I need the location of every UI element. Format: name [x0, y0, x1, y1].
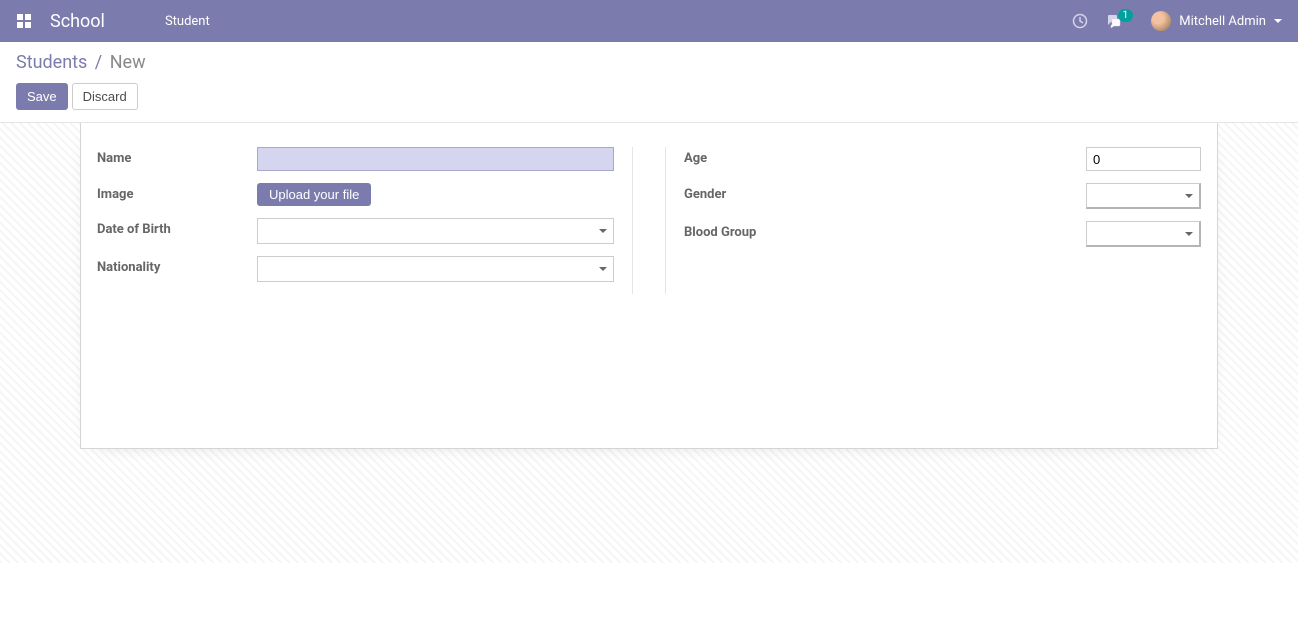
username: Mitchell Admin — [1179, 14, 1266, 29]
upload-button[interactable]: Upload your file — [257, 183, 371, 206]
avatar — [1151, 11, 1171, 31]
form-column-left: Name Image Upload your file Date of Birt… — [97, 147, 633, 294]
chevron-down-icon — [1274, 19, 1282, 23]
gender-select[interactable] — [1086, 183, 1201, 209]
user-menu[interactable]: Mitchell Admin — [1151, 11, 1282, 31]
navbar: School Student 1 Mitchell Admin — [0, 0, 1298, 42]
dob-input[interactable] — [257, 218, 614, 244]
apps-icon[interactable] — [16, 13, 32, 29]
form-column-right: Age Gender Blood Group — [665, 147, 1201, 294]
save-button[interactable]: Save — [16, 83, 68, 110]
age-label: Age — [684, 147, 844, 166]
brand-title[interactable]: School — [50, 11, 105, 32]
activities-icon[interactable] — [1072, 13, 1088, 29]
gender-label: Gender — [684, 183, 844, 202]
age-input[interactable] — [1086, 147, 1201, 171]
breadcrumb-parent[interactable]: Students — [16, 52, 87, 73]
action-buttons: Save Discard — [16, 83, 1282, 110]
name-label: Name — [97, 147, 257, 166]
nationality-input[interactable] — [257, 256, 614, 282]
dob-label: Date of Birth — [97, 218, 257, 237]
blood-group-select[interactable] — [1086, 221, 1201, 247]
discard-button[interactable]: Discard — [72, 83, 138, 110]
control-panel: Students / New Save Discard — [0, 42, 1298, 123]
breadcrumb-current: New — [110, 52, 146, 73]
image-label: Image — [97, 183, 257, 202]
menu-student[interactable]: Student — [165, 14, 210, 29]
messages-icon[interactable]: 1 — [1106, 13, 1134, 29]
name-input[interactable] — [257, 147, 614, 171]
messages-badge: 1 — [1118, 9, 1134, 22]
nav-right: 1 Mitchell Admin — [1072, 11, 1282, 31]
nationality-label: Nationality — [97, 256, 257, 275]
blood-label: Blood Group — [684, 221, 844, 240]
main-area: Name Image Upload your file Date of Birt… — [0, 123, 1298, 563]
breadcrumb: Students / New — [16, 52, 1282, 73]
breadcrumb-separator: / — [95, 52, 102, 73]
form-sheet: Name Image Upload your file Date of Birt… — [80, 123, 1218, 449]
